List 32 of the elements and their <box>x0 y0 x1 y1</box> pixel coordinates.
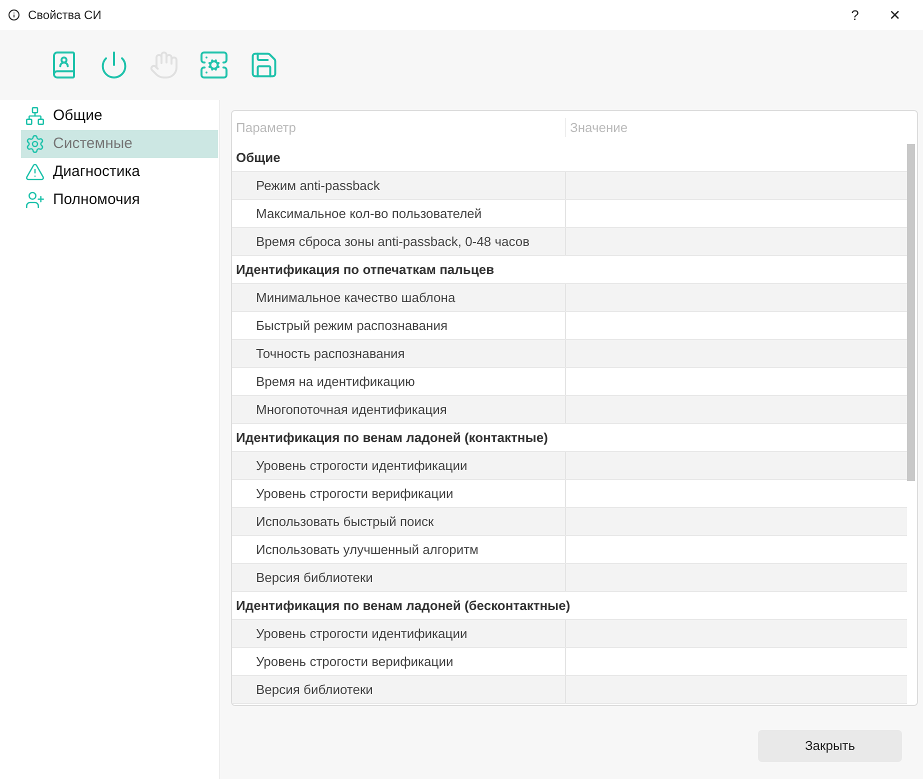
table-cell: Время на идентификацию <box>232 368 566 395</box>
close-button[interactable]: ✕ <box>875 5 915 25</box>
warning-icon <box>25 162 45 182</box>
table-cell: Использовать быстрый поиск <box>232 508 566 535</box>
help-button[interactable]: ? <box>835 5 875 25</box>
save-icon <box>249 50 279 80</box>
table-cell: Уровень строгости идентификации <box>232 452 566 479</box>
table-cell: Использовать улучшенный алгоритм <box>232 536 566 563</box>
table-cell: Минимальное качество шаблона <box>232 284 566 311</box>
sidebar-item[interactable]: Полномочия <box>21 186 218 214</box>
column-header: Значение <box>569 118 628 137</box>
table-cell: Время сброса зоны anti-passback, 0-48 часов <box>232 228 566 255</box>
table-cell: Версия библиотеки <box>232 564 566 591</box>
table-cell: Режим anti-passback <box>232 172 566 199</box>
user-add-icon <box>25 190 45 210</box>
network-icon <box>25 106 45 126</box>
table-cell: Максимальное кол-во пользователей <box>232 200 566 227</box>
table-cell: Многопоточная идентификация <box>232 396 566 423</box>
table-cell: Уровень строгости верификации <box>232 480 566 507</box>
window-title: Свойства СИ <box>28 7 102 23</box>
table-cell: Версия библиотеки <box>232 676 566 703</box>
table-cell: Уровень строгости идентификации <box>232 620 566 647</box>
table-cell: Точность распознавания <box>232 340 566 367</box>
sidebar-item[interactable]: Общие <box>21 102 218 130</box>
table-cell: Уровень строгости верификации <box>232 648 566 675</box>
info-icon <box>8 9 20 21</box>
close-dialog-button[interactable]: Закрыть <box>758 730 902 762</box>
gear-icon <box>25 134 45 154</box>
sidebar-item[interactable]: Диагностика <box>21 158 218 186</box>
column-header: Параметр <box>232 118 566 138</box>
power-icon <box>99 50 129 80</box>
table-cell: Быстрый режим распознавания <box>232 312 566 339</box>
